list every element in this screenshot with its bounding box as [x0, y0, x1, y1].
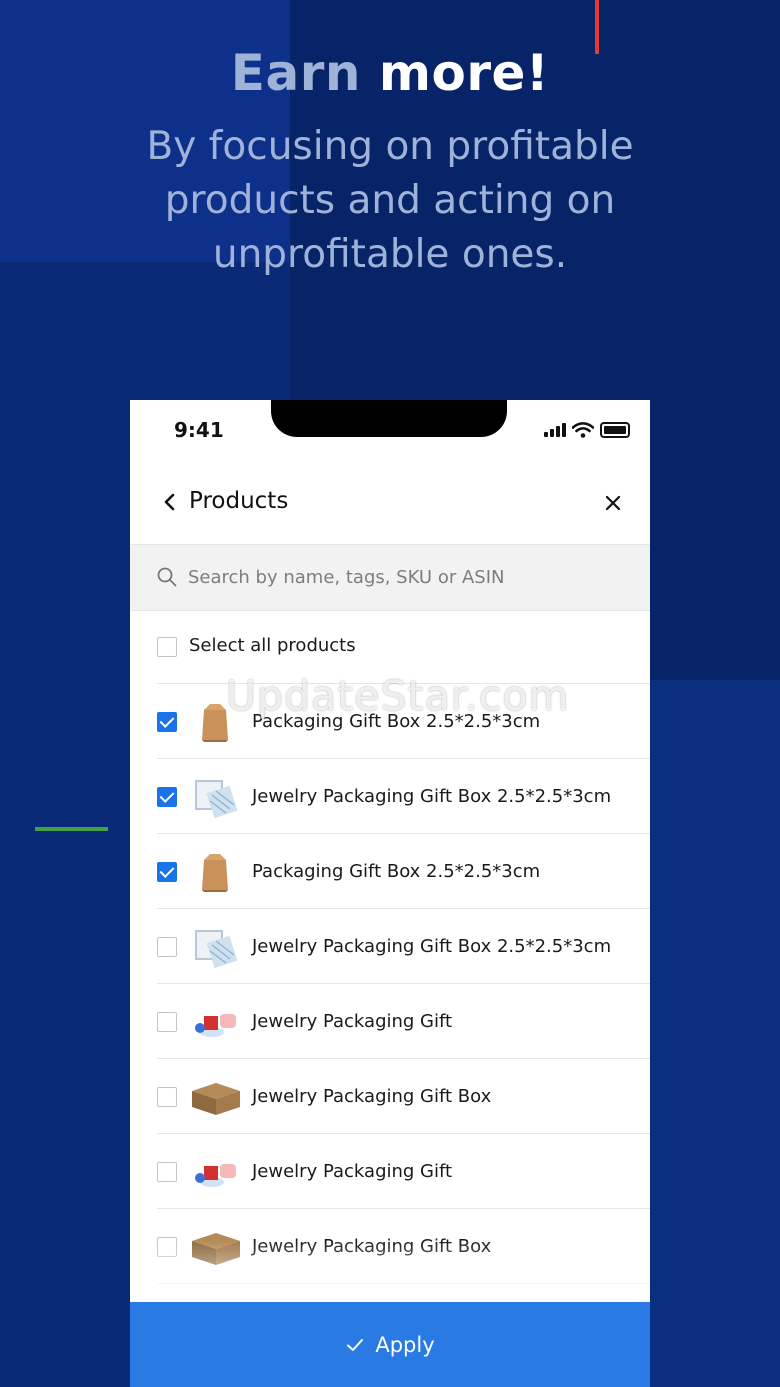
- product-name: Jewelry Packaging Gift Box: [252, 1086, 492, 1107]
- product-row[interactable]: Jewelry Packaging Gift Box: [130, 1059, 650, 1134]
- check-icon: [347, 1338, 364, 1351]
- product-row[interactable]: Jewelry Packaging Gift: [130, 1134, 650, 1209]
- product-name: Packaging Gift Box 2.5*2.5*3cm: [252, 861, 541, 882]
- product-row[interactable]: Packaging Gift Box 2.5*2.5*3cm: [130, 834, 650, 909]
- select-all-label: Select all products: [189, 635, 356, 656]
- status-time: 9:41: [174, 418, 224, 442]
- green-accent-line: [35, 827, 108, 831]
- product-row[interactable]: Jewelry Packaging Gift: [130, 984, 650, 1059]
- product-checkbox[interactable]: [157, 787, 177, 807]
- signal-icon: [544, 423, 566, 437]
- divider: [157, 1283, 650, 1284]
- product-checkbox[interactable]: [157, 712, 177, 732]
- page-title: Products: [189, 488, 289, 514]
- product-row[interactable]: Jewelry Packaging Gift Box 2.5*2.5*3cm: [130, 909, 650, 984]
- product-row[interactable]: Jewelry Packaging Gift Box: [130, 1209, 650, 1284]
- apply-button[interactable]: Apply: [130, 1302, 650, 1387]
- product-checkbox[interactable]: [157, 862, 177, 882]
- search-bar: [130, 544, 650, 611]
- headline-more: more!: [378, 44, 550, 102]
- background-panel: [650, 680, 780, 1387]
- battery-icon: [600, 422, 630, 438]
- select-all-row[interactable]: Select all products: [130, 610, 650, 684]
- close-icon[interactable]: [602, 492, 624, 514]
- search-icon: [157, 567, 177, 587]
- status-bar: 9:41: [130, 400, 650, 464]
- product-checkbox[interactable]: [157, 937, 177, 957]
- status-icons: [544, 422, 630, 438]
- headline-earn: Earn: [230, 44, 361, 102]
- search-input[interactable]: [188, 561, 608, 593]
- product-list: Packaging Gift Box 2.5*2.5*3cm Jewelry P…: [130, 684, 650, 1284]
- promo-subtitle: By focusing on profitable products and a…: [146, 124, 634, 277]
- product-name: Jewelry Packaging Gift: [252, 1161, 453, 1182]
- product-name: Packaging Gift Box 2.5*2.5*3cm: [252, 711, 541, 732]
- phone-notch: [271, 400, 507, 437]
- promo-headline: Earn more!: [0, 44, 780, 102]
- gift-set-icon: [195, 1014, 236, 1037]
- flat-box-icon: [192, 1083, 240, 1115]
- nav-bar: Products: [130, 464, 650, 544]
- bag-icon: [195, 930, 238, 969]
- wifi-icon: [572, 422, 594, 438]
- product-row[interactable]: Jewelry Packaging Gift Box 2.5*2.5*3cm: [130, 759, 650, 834]
- flat-box-icon: [192, 1233, 240, 1265]
- kraft-box-icon: [202, 704, 228, 742]
- product-checkbox[interactable]: [157, 1237, 177, 1257]
- kraft-box-icon: [202, 854, 228, 892]
- chevron-left-icon[interactable]: [158, 490, 182, 514]
- product-name: Jewelry Packaging Gift Box: [252, 1236, 492, 1257]
- gift-set-icon: [195, 1164, 236, 1187]
- product-row[interactable]: Packaging Gift Box 2.5*2.5*3cm: [130, 684, 650, 759]
- product-checkbox[interactable]: [157, 1162, 177, 1182]
- product-checkbox[interactable]: [157, 1012, 177, 1032]
- phone-screen: 9:41 Products Sel: [130, 400, 650, 1387]
- product-name: Jewelry Packaging Gift: [252, 1011, 453, 1032]
- product-name: Jewelry Packaging Gift Box 2.5*2.5*3cm: [252, 936, 612, 957]
- select-all-checkbox[interactable]: [157, 637, 177, 657]
- product-checkbox[interactable]: [157, 1087, 177, 1107]
- apply-label: Apply: [375, 1332, 435, 1357]
- product-name: Jewelry Packaging Gift Box 2.5*2.5*3cm: [252, 786, 612, 807]
- bag-icon: [195, 780, 238, 819]
